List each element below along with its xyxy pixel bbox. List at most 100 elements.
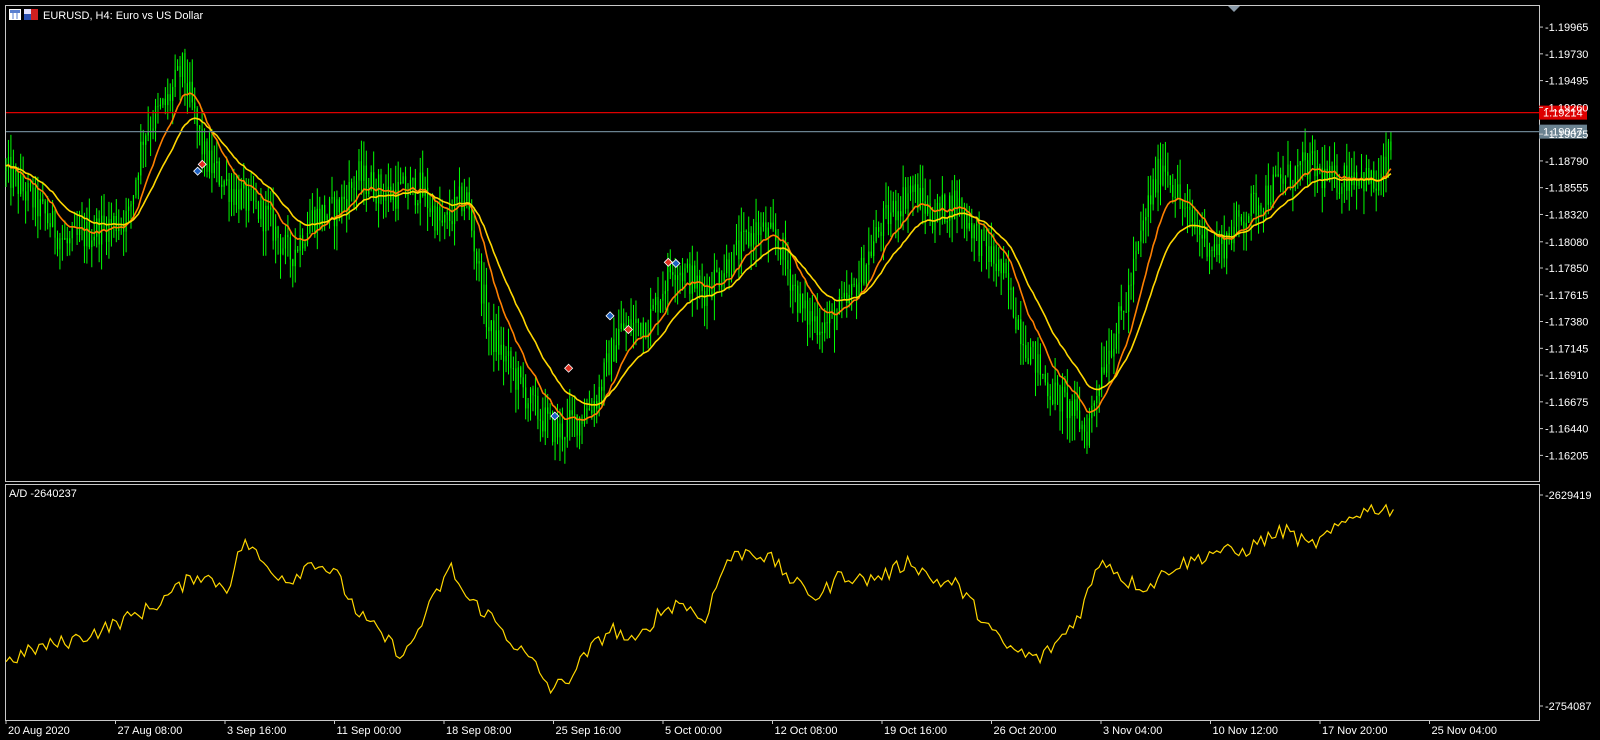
- candle-body: [895, 200, 897, 221]
- x-tick-label: 3 Sep 16:00: [227, 725, 286, 737]
- candle-body: [1260, 205, 1262, 212]
- candle-body: [218, 161, 220, 185]
- candle-body: [338, 199, 340, 213]
- candle-body: [93, 236, 95, 241]
- candle-body: [1074, 399, 1076, 416]
- candle-body: [1368, 167, 1370, 184]
- candle-body: [343, 196, 345, 200]
- candle-body: [522, 377, 524, 388]
- candle-body: [385, 192, 387, 201]
- candle-body: [86, 221, 88, 247]
- candle-body: [689, 263, 691, 294]
- candle-body: [1250, 193, 1252, 217]
- candle-body: [995, 263, 997, 272]
- candle-body: [42, 199, 44, 202]
- candle-body: [238, 189, 240, 210]
- candle-body: [363, 165, 365, 181]
- candle-body: [1103, 367, 1105, 373]
- candle-body: [1240, 216, 1242, 222]
- chart-window[interactable]: 1.192141.19047-1.19965-1.19730-1.19495-1…: [0, 0, 1600, 740]
- candle-body: [213, 163, 215, 174]
- y-tick-label: -1.18790: [1545, 156, 1588, 168]
- candle-body: [1341, 186, 1343, 194]
- candle-body: [1110, 350, 1113, 357]
- candle-body: [976, 224, 978, 226]
- candle-body: [444, 214, 446, 223]
- candle-body: [466, 192, 468, 202]
- candle-body: [71, 226, 73, 239]
- candle-body: [691, 265, 693, 294]
- candle-body: [277, 226, 279, 238]
- candle-body: [968, 223, 970, 229]
- candle-body: [632, 323, 635, 332]
- candle-body: [1189, 206, 1191, 211]
- candle-body: [29, 183, 32, 188]
- candle-body: [988, 246, 990, 263]
- candle-body: [980, 229, 983, 256]
- candle-body: [816, 316, 818, 336]
- candle-body: [667, 263, 669, 292]
- candle-body: [532, 388, 534, 396]
- candle-body: [88, 221, 90, 248]
- candle-body: [917, 184, 919, 209]
- candle-body: [255, 200, 257, 202]
- candle-body: [1007, 273, 1010, 290]
- candle-body: [493, 320, 495, 352]
- candle-body: [279, 237, 282, 254]
- candle-body: [826, 322, 828, 324]
- candle-body: [620, 323, 622, 329]
- candle-body: [1159, 158, 1162, 185]
- candle-body: [110, 219, 113, 224]
- candle-body: [1049, 396, 1051, 400]
- candle-body: [417, 203, 419, 206]
- candle-body: [863, 257, 865, 284]
- candle-body: [476, 251, 478, 264]
- candle-body: [458, 186, 461, 199]
- candle-body: [257, 201, 260, 219]
- y-tick-label: -1.17850: [1545, 263, 1588, 275]
- candle-body: [542, 420, 544, 432]
- candle-body: [1216, 244, 1218, 256]
- candle-body: [446, 211, 448, 215]
- candle-body: [12, 168, 14, 188]
- candle-body: [1059, 385, 1061, 412]
- candle-body: [615, 345, 617, 362]
- candle-body: [998, 259, 1000, 272]
- candle-body: [22, 174, 24, 192]
- candle-body: [164, 98, 166, 106]
- candle-body: [623, 323, 625, 331]
- candle-body: [1314, 151, 1316, 177]
- candle-body: [211, 150, 213, 174]
- candle-body: [505, 356, 507, 362]
- candle-body: [1255, 192, 1257, 215]
- candle-body: [681, 272, 684, 282]
- candle-body: [341, 196, 343, 213]
- candle-body: [1086, 431, 1088, 446]
- y-tick-label: -1.17145: [1545, 343, 1588, 355]
- candle-body: [351, 182, 353, 188]
- candle-body: [174, 69, 176, 87]
- candle-body: [1132, 258, 1135, 285]
- candle-body: [1302, 152, 1304, 162]
- candle-body: [659, 300, 662, 313]
- candle-body: [449, 211, 451, 221]
- candle-body: [375, 197, 377, 204]
- candle-body: [912, 185, 914, 192]
- candle-body: [1039, 354, 1041, 375]
- y-tick-label: -1.18080: [1545, 237, 1588, 249]
- candle-body: [794, 284, 796, 286]
- candle-body: [1186, 206, 1189, 209]
- candle-body: [20, 174, 22, 194]
- candle-body: [684, 268, 686, 282]
- candle-body: [44, 201, 46, 214]
- candle-body: [753, 233, 755, 245]
- candle-body: [221, 184, 223, 187]
- candle-body: [64, 238, 66, 240]
- candle-body: [1061, 386, 1064, 412]
- candle-body: [735, 240, 738, 245]
- x-tick-label: 19 Oct 16:00: [884, 725, 947, 737]
- candle-body: [311, 210, 313, 222]
- candle-body: [802, 293, 804, 309]
- candle-body: [978, 224, 980, 256]
- candle-body: [610, 339, 613, 375]
